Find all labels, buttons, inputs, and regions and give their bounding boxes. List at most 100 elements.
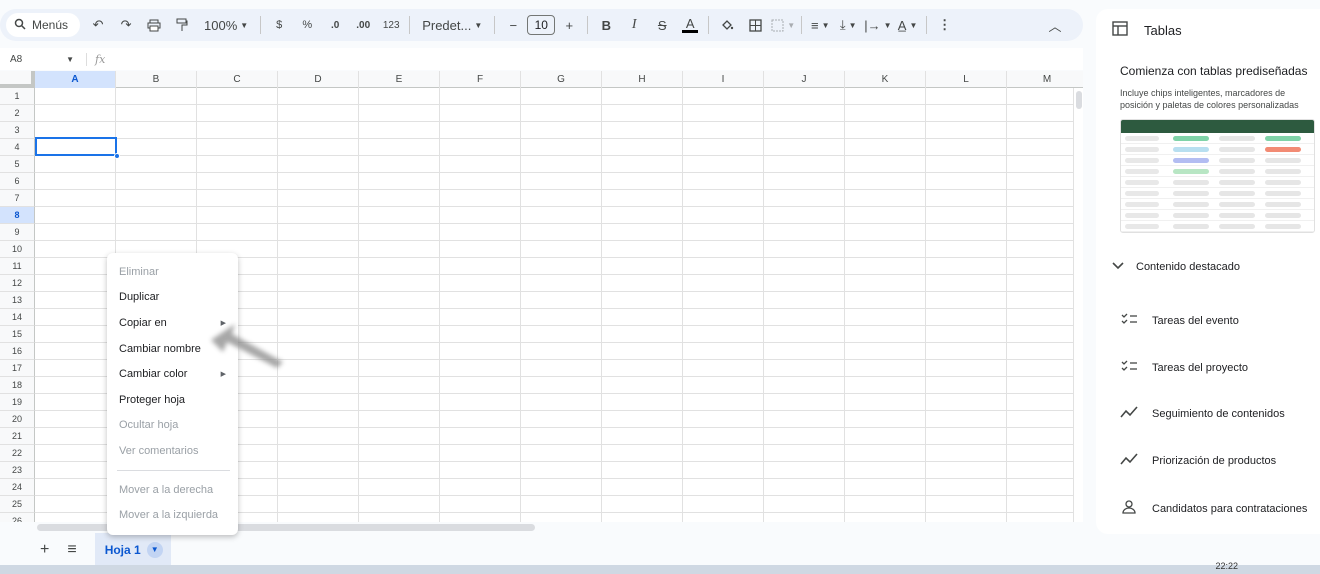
strikethrough-icon[interactable]: S <box>650 13 674 37</box>
featured-label: Contenido destacado <box>1136 261 1240 273</box>
row-header-7[interactable]: 7 <box>0 190 35 207</box>
more-options-icon[interactable]: ⋮ <box>933 13 957 37</box>
name-box[interactable]: A8 ▼ <box>0 54 82 65</box>
row-header-1[interactable]: 1 <box>0 88 35 105</box>
text-wrap-icon[interactable]: |→ ▼ <box>864 13 891 37</box>
italic-button[interactable]: I <box>622 13 646 37</box>
add-sheet-button[interactable]: + <box>40 541 49 559</box>
merge-cells-icon[interactable]: ▼ <box>771 13 795 37</box>
fx-icon: fx <box>86 52 105 66</box>
row-header-9[interactable]: 9 <box>0 224 35 241</box>
font-value: Predet... <box>422 17 472 33</box>
row-header-25[interactable]: 25 <box>0 496 35 513</box>
paint-format-icon[interactable] <box>170 13 194 37</box>
row-header-18[interactable]: 18 <box>0 377 35 394</box>
row-header-19[interactable]: 19 <box>0 394 35 411</box>
text-color-icon: A <box>685 15 695 31</box>
search-menus-button[interactable]: Menús <box>6 13 81 37</box>
row-header-5[interactable]: 5 <box>0 156 35 173</box>
row-header-13[interactable]: 13 <box>0 292 35 309</box>
featured-section-toggle[interactable]: Contenido destacado <box>1112 261 1240 273</box>
percent-format-button[interactable]: % <box>295 13 319 37</box>
increase-decimal-button[interactable]: .00 <box>351 13 375 37</box>
text-rotation-icon[interactable]: A̲ ▼ <box>896 13 920 37</box>
column-header-k[interactable]: K <box>845 71 926 88</box>
column-header-j[interactable]: J <box>764 71 845 88</box>
decrease-decimal-button[interactable]: .0 <box>323 13 347 37</box>
row-header-21[interactable]: 21 <box>0 428 35 445</box>
menu-item-proteger-hoja[interactable]: Proteger hoja <box>107 387 238 413</box>
font-size-decrease-button[interactable]: − <box>501 13 525 37</box>
vertical-align-icon[interactable]: ⤓ ▼ <box>836 13 860 37</box>
row-header-4[interactable]: 4 <box>0 139 35 156</box>
formula-input[interactable] <box>105 48 1083 70</box>
column-header-m[interactable]: M <box>1007 71 1083 88</box>
row-header-3[interactable]: 3 <box>0 122 35 139</box>
row-header-20[interactable]: 20 <box>0 411 35 428</box>
template-tareas-del-proyecto[interactable]: Tareas del proyecto <box>1120 360 1248 375</box>
row-header-17[interactable]: 17 <box>0 360 35 377</box>
font-size-input[interactable]: 10 <box>527 15 556 35</box>
column-header-e[interactable]: E <box>359 71 440 88</box>
divider <box>708 16 710 34</box>
row-header-24[interactable]: 24 <box>0 479 35 496</box>
fill-handle[interactable] <box>114 153 120 159</box>
fill-color-icon[interactable] <box>715 13 739 37</box>
menu-item-mover-a-la-derecha: Mover a la derecha <box>107 477 238 503</box>
row-header-6[interactable]: 6 <box>0 173 35 190</box>
row-header-8[interactable]: 8 <box>0 207 35 224</box>
row-header-12[interactable]: 12 <box>0 275 35 292</box>
table-icon <box>1112 21 1128 39</box>
row-header-2[interactable]: 2 <box>0 105 35 122</box>
vertical-scrollbar[interactable] <box>1073 88 1083 522</box>
column-header-c[interactable]: C <box>197 71 278 88</box>
undo-icon[interactable]: ↶ <box>86 13 110 37</box>
divider <box>409 16 411 34</box>
column-header-i[interactable]: I <box>683 71 764 88</box>
column-header-h[interactable]: H <box>602 71 683 88</box>
panel-heading: Comienza con tablas prediseñadas <box>1120 64 1308 78</box>
selected-cell[interactable] <box>35 137 117 156</box>
template-seguimiento-de-contenidos[interactable]: Seguimiento de contenidos <box>1120 406 1285 421</box>
zoom-select[interactable]: 100% ▼ <box>198 13 254 37</box>
template-priorización-de-productos[interactable]: Priorización de productos <box>1120 453 1276 468</box>
row-header-14[interactable]: 14 <box>0 309 35 326</box>
column-header-d[interactable]: D <box>278 71 359 88</box>
column-header-a[interactable]: A <box>35 71 116 88</box>
template-label: Priorización de productos <box>1152 454 1277 467</box>
menu-item-duplicar[interactable]: Duplicar <box>107 285 238 311</box>
chevron-down-icon[interactable]: ▼ <box>146 541 163 558</box>
currency-format-button[interactable]: $ <box>267 13 291 37</box>
sheet-tab-hoja-1[interactable]: Hoja 1 ▼ <box>94 533 171 566</box>
font-select[interactable]: Predet... ▼ <box>416 13 488 37</box>
number-format-button[interactable]: 123 <box>379 13 403 37</box>
table-preview-image[interactable] <box>1120 119 1315 233</box>
template-label: Seguimiento de contenidos <box>1152 407 1285 420</box>
font-size-increase-button[interactable]: + <box>557 13 581 37</box>
row-header-11[interactable]: 11 <box>0 258 35 275</box>
row-header-22[interactable]: 22 <box>0 445 35 462</box>
collapse-toolbar-icon[interactable]: ︿ <box>1043 13 1067 37</box>
row-header-10[interactable]: 10 <box>0 241 35 258</box>
column-header-f[interactable]: F <box>440 71 521 88</box>
row-header-16[interactable]: 16 <box>0 343 35 360</box>
horizontal-align-icon[interactable]: ≡ ▼ <box>808 13 832 37</box>
select-all-corner[interactable] <box>0 71 35 88</box>
print-icon[interactable] <box>142 13 166 37</box>
borders-icon[interactable] <box>743 13 767 37</box>
redo-icon[interactable]: ↷ <box>114 13 138 37</box>
menu-item-label: Mover a la izquierda <box>119 509 219 522</box>
column-header-l[interactable]: L <box>926 71 1007 88</box>
row-header-15[interactable]: 15 <box>0 326 35 343</box>
vertical-scroll-thumb[interactable] <box>1076 91 1082 109</box>
template-tareas-del-evento[interactable]: Tareas del evento <box>1120 313 1239 328</box>
row-header-23[interactable]: 23 <box>0 462 35 479</box>
all-sheets-button[interactable]: ≡ <box>67 541 76 559</box>
column-header-g[interactable]: G <box>521 71 602 88</box>
column-header-b[interactable]: B <box>116 71 197 88</box>
row-header-26[interactable]: 26 <box>0 513 35 522</box>
text-color-button[interactable]: A <box>678 13 702 37</box>
menu-item-label: Duplicar <box>119 291 160 304</box>
bold-button[interactable]: B <box>594 13 618 37</box>
template-candidatos-para-contrataciones[interactable]: Candidatos para contrataciones <box>1120 500 1307 517</box>
